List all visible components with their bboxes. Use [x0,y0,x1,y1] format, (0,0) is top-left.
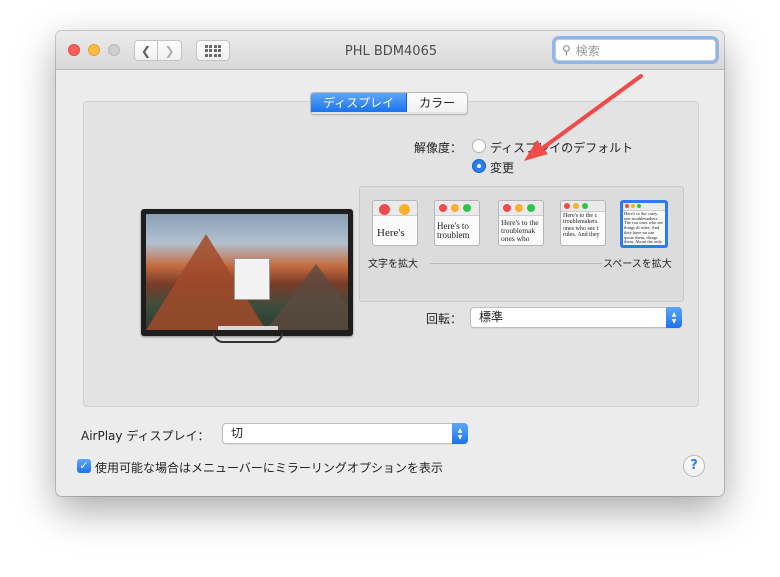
monitor-image [141,209,353,336]
scale-option-5-selected[interactable]: Here's to the crazy one troublemakers. T… [620,200,668,248]
title-bar: ❮ ❯ PHL BDM4065 ⚲ 検索 [56,31,724,70]
rotation-popup[interactable]: 標準 ▲ ▼ [470,307,682,328]
scale-option-1-text: Here's [377,227,405,239]
forward-button[interactable]: ❯ [158,40,182,61]
popup-arrows-icon: ▲ ▼ [452,423,468,444]
scale-option-2[interactable]: Here's to troublem [434,200,480,246]
zoom-window-button[interactable] [108,44,120,56]
monitor-stand [213,333,283,343]
tab-bar: ディスプレイ カラー [310,92,469,115]
display-preferences-window: ❮ ❯ PHL BDM4065 ⚲ 検索 解像度： ディスプレイのデフォルト 変… [56,31,724,496]
resolution-label: 解像度： [414,141,463,155]
resolution-scaled-radio[interactable] [472,159,486,173]
scale-right-label: スペースを拡大 [603,259,672,270]
scale-option-4-text: Here's to the c troublemakers. ones who … [563,213,600,238]
checkmark-icon: ✓ [79,459,89,472]
scaling-options: Here's Here's to troublem Here's to the … [359,186,684,302]
minimize-window-button[interactable] [88,44,100,56]
scale-option-5-text: Here's to the crazy one troublemakers. T… [624,211,664,248]
resolution-default-label: ディスプレイのデフォルト [490,141,634,155]
search-icon: ⚲ [562,43,571,57]
scale-slider-track [430,263,602,264]
mirroring-checkbox-label: 使用可能な場合はメニューバーにミラーリングオプションを表示 [95,461,443,475]
resolution-scaled-label: 変更 [490,161,515,175]
chevron-right-icon: ❯ [164,43,175,58]
tab-color[interactable]: カラー [407,93,468,112]
tab-display[interactable]: ディスプレイ [311,93,408,112]
search-field[interactable]: ⚲ 検索 [555,39,716,61]
show-all-button[interactable] [196,40,230,61]
rotation-label: 回転： [426,312,463,326]
airplay-label: AirPlay ディスプレイ： [81,429,210,443]
popup-arrows-icon: ▲ ▼ [666,307,682,328]
scale-option-1[interactable]: Here's [372,200,418,246]
grid-icon [204,44,222,57]
resolution-default-radio[interactable] [472,139,486,153]
desktop-wallpaper-preview [146,214,348,330]
window-title: PHL BDM4065 [344,44,438,59]
scale-option-3[interactable]: Here's to the troublemak ones who [498,200,544,246]
back-button[interactable]: ❮ [134,40,158,61]
scale-option-3-text: Here's to the troublemak ones who [501,218,539,243]
help-button[interactable]: ? [683,455,705,477]
airplay-popup[interactable]: 切 ▲ ▼ [222,423,468,444]
close-window-button[interactable] [68,44,80,56]
scale-option-4[interactable]: Here's to the c troublemakers. ones who … [560,200,606,246]
search-placeholder: 検索 [575,43,600,58]
display-settings-panel: 解像度： ディスプレイのデフォルト 変更 Here's Here's to tr… [83,101,699,407]
chevron-left-icon: ❮ [140,43,152,58]
scale-left-label: 文字を拡大 [368,259,418,270]
airplay-value: 切 [231,426,244,440]
scale-option-2-text: Here's to troublem [437,221,470,241]
rotation-value: 標準 [479,310,504,324]
mirroring-checkbox[interactable]: ✓ [77,459,91,473]
